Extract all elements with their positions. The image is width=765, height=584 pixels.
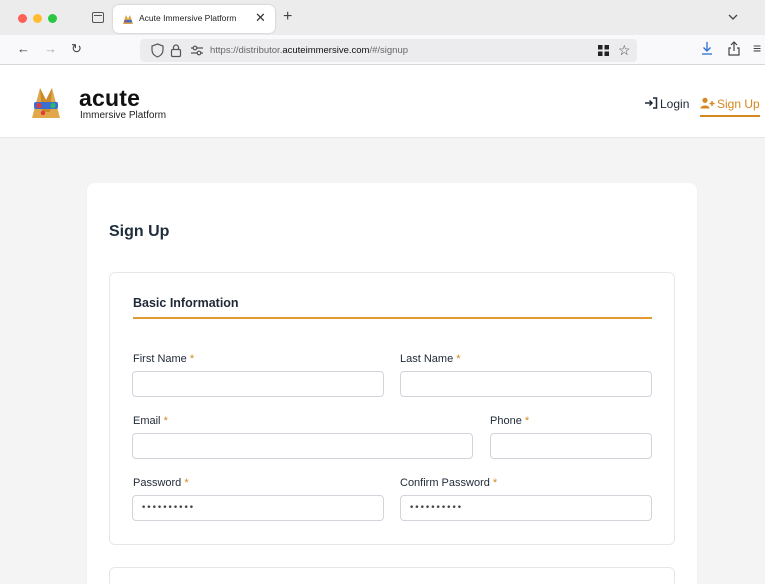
url-path: /#/signup (369, 45, 409, 56)
signup-label: Sign Up (717, 97, 760, 111)
app-menu-icon[interactable]: ≡ (753, 39, 761, 57)
login-label: Login (660, 97, 690, 111)
required-marker: * (163, 415, 168, 427)
browser-navigation-bar: ← → ↻ https://distributor.acuteimmersive… (0, 35, 765, 65)
confirm-password-label: Confirm Password * (400, 477, 497, 490)
minimize-window-button[interactable] (33, 14, 42, 23)
acute-favicon-icon (123, 15, 133, 24)
first-name-input[interactable] (132, 371, 384, 397)
brand-subtitle: Immersive Platform (80, 110, 167, 121)
confirm-password-label-text: Confirm Password (400, 477, 490, 489)
permissions-icon[interactable] (190, 44, 204, 57)
browser-tab-bar: Acute Immersive Platform ✕ + (0, 0, 765, 35)
required-marker: * (492, 477, 498, 489)
first-name-label-text: First Name (133, 353, 187, 365)
phone-label-text: Phone (490, 415, 522, 427)
bookmark-star-icon[interactable]: ☆ (618, 42, 631, 58)
required-marker: * (456, 353, 461, 365)
last-name-input[interactable] (400, 371, 652, 397)
required-marker: * (524, 415, 530, 427)
required-marker: * (184, 477, 189, 489)
page-title: Sign Up (109, 223, 170, 240)
phone-label: Phone * (490, 415, 529, 428)
signup-card: Sign Up Basic Information First Name * L… (87, 183, 697, 584)
login-icon (645, 97, 658, 109)
address-bar[interactable]: https://distributor.acuteimmersive.com/#… (140, 39, 637, 62)
tab-title: Acute Immersive Platform (139, 13, 237, 23)
qr-code-icon[interactable] (598, 45, 609, 56)
tab-overview-icon[interactable] (92, 12, 104, 23)
next-section (109, 567, 675, 584)
url-domain: acuteimmersive.com (282, 45, 370, 56)
url-text[interactable]: https://distributor.acuteimmersive.com/#… (210, 45, 408, 56)
password-label-text: Password (133, 477, 182, 489)
add-user-icon (700, 97, 715, 109)
phone-input[interactable] (490, 433, 652, 459)
email-label: Email * (133, 415, 168, 428)
zoom-window-button[interactable] (48, 14, 57, 23)
required-marker: * (189, 353, 195, 365)
last-name-label: Last Name * (400, 353, 461, 366)
reload-button[interactable]: ↻ (71, 41, 82, 57)
tab-list-icon[interactable] (726, 10, 740, 24)
email-input[interactable] (132, 433, 473, 459)
signup-link[interactable]: Sign Up (700, 97, 760, 117)
back-button[interactable]: ← (17, 41, 30, 57)
password-label: Password * (133, 477, 189, 490)
basic-information-section: Basic Information First Name * Last Name… (109, 272, 675, 545)
download-icon[interactable] (700, 40, 714, 58)
url-prefix: https://distributor. (210, 45, 283, 56)
login-link[interactable]: Login (644, 97, 689, 111)
last-name-label-text: Last Name (400, 353, 454, 365)
email-label-text: Email (133, 415, 161, 427)
new-tab-button[interactable]: + (283, 8, 292, 26)
first-name-label: First Name * (133, 353, 194, 366)
site-header: acute Immersive Platform Login Sign Up (0, 65, 765, 138)
close-window-button[interactable] (18, 14, 27, 23)
forward-button[interactable]: → (44, 41, 57, 57)
shield-icon[interactable] (151, 43, 164, 58)
brand-name[interactable]: acute (79, 85, 140, 111)
section-divider (133, 317, 652, 319)
password-input[interactable] (132, 495, 384, 521)
share-icon[interactable] (727, 40, 741, 58)
section-title: Basic Information (133, 296, 239, 310)
lock-icon[interactable] (170, 43, 182, 58)
close-tab-icon[interactable]: ✕ (255, 10, 266, 26)
browser-tab[interactable]: Acute Immersive Platform ✕ (113, 5, 275, 33)
acute-logo-icon[interactable] (26, 82, 66, 122)
confirm-password-input[interactable] (400, 495, 652, 521)
